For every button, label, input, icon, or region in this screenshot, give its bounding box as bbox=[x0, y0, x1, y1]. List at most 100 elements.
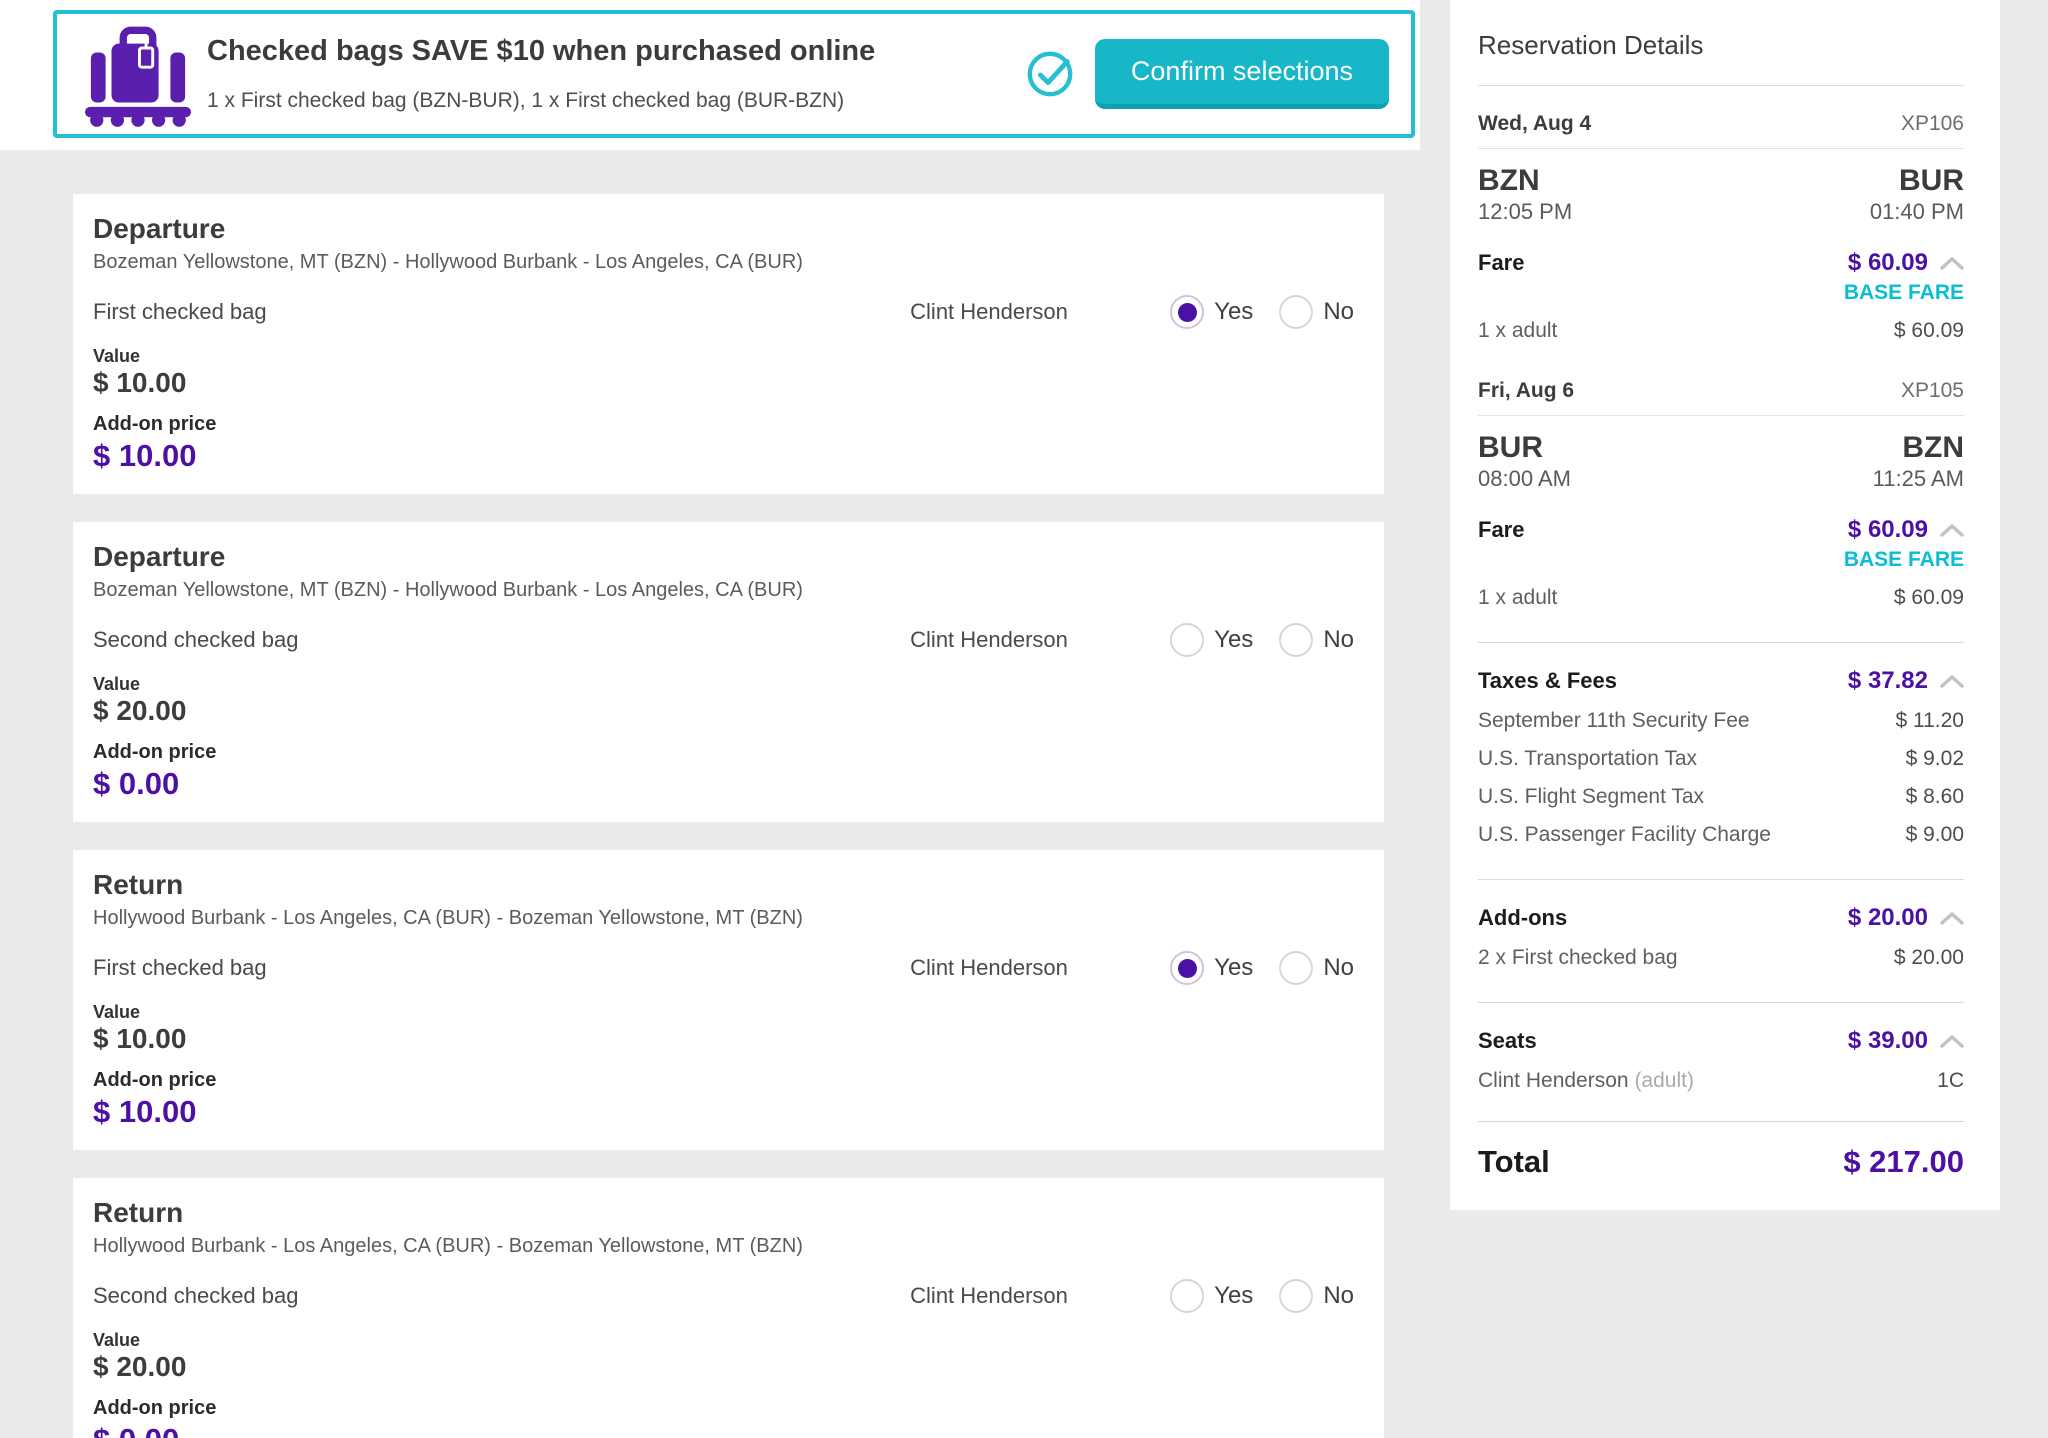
addon-name: 2 x First checked bag bbox=[1478, 946, 1678, 970]
section-divider bbox=[1478, 642, 1964, 643]
no-radio[interactable] bbox=[1279, 623, 1313, 657]
flight-date: Wed, Aug 4 bbox=[1478, 112, 1591, 136]
pax-label: 1 x adult bbox=[1478, 586, 1557, 610]
fare-type-badge: BASE FARE bbox=[1478, 281, 1964, 305]
pax-label: 1 x adult bbox=[1478, 319, 1557, 343]
confirm-selections-button[interactable]: Confirm selections bbox=[1095, 39, 1389, 109]
card-direction: Return bbox=[93, 870, 1364, 900]
no-radio-label[interactable]: No bbox=[1323, 1282, 1354, 1310]
flight-number: XP105 bbox=[1901, 379, 1964, 403]
no-radio-label[interactable]: No bbox=[1323, 298, 1354, 326]
origin-column: BZN 12:05 PM bbox=[1478, 165, 1572, 225]
seats-header-row: Seats $ 39.00 bbox=[1478, 1027, 1964, 1055]
tax-name: U.S. Transportation Tax bbox=[1478, 747, 1697, 771]
fare-row: Fare $ 60.09 bbox=[1478, 516, 1964, 544]
fare-amount: $ 60.09 bbox=[1848, 516, 1928, 544]
card-route: Hollywood Burbank - Los Angeles, CA (BUR… bbox=[93, 1234, 1364, 1258]
taxes-label: Taxes & Fees bbox=[1478, 668, 1617, 694]
flight-date: Fri, Aug 6 bbox=[1478, 379, 1574, 403]
total-label: Total bbox=[1478, 1144, 1550, 1180]
card-route: Hollywood Burbank - Los Angeles, CA (BUR… bbox=[93, 906, 1364, 930]
seats-total: $ 39.00 bbox=[1848, 1027, 1928, 1055]
yes-radio-label[interactable]: Yes bbox=[1214, 954, 1253, 982]
no-radio-label[interactable]: No bbox=[1323, 626, 1354, 654]
yes-radio[interactable] bbox=[1170, 951, 1204, 985]
addon-price-label: Add-on price bbox=[93, 740, 1364, 764]
bag-cards-list: Departure Bozeman Yellowstone, MT (BZN) … bbox=[73, 194, 1384, 1438]
chevron-up-icon[interactable] bbox=[1940, 674, 1964, 689]
chevron-up-icon[interactable] bbox=[1940, 523, 1964, 538]
no-radio[interactable] bbox=[1279, 295, 1313, 329]
yes-radio-label[interactable]: Yes bbox=[1214, 1282, 1253, 1310]
passenger-name: Clint Henderson bbox=[910, 955, 1170, 981]
departure-time: 12:05 PM bbox=[1478, 199, 1572, 225]
tax-item-row: U.S. Flight Segment Tax $ 8.60 bbox=[1478, 785, 1964, 809]
fare-label: Fare bbox=[1478, 250, 1524, 276]
tax-item-row: September 11th Security Fee $ 11.20 bbox=[1478, 709, 1964, 733]
pax-amount: $ 60.09 bbox=[1894, 586, 1964, 610]
pax-fare-row: 1 x adult $ 60.09 bbox=[1478, 319, 1964, 343]
yes-radio-label[interactable]: Yes bbox=[1214, 298, 1253, 326]
seat-passenger-type: (adult) bbox=[1634, 1069, 1694, 1092]
bag-type-label: Second checked bag bbox=[93, 1283, 910, 1309]
tax-amount: $ 11.20 bbox=[1895, 709, 1964, 733]
flight-date-row: Fri, Aug 6 XP105 bbox=[1478, 379, 1964, 416]
addons-total: $ 20.00 bbox=[1848, 904, 1928, 932]
tax-amount: $ 9.00 bbox=[1906, 823, 1964, 847]
no-radio-label[interactable]: No bbox=[1323, 954, 1354, 982]
addon-price-label: Add-on price bbox=[93, 1068, 1364, 1092]
no-radio[interactable] bbox=[1279, 951, 1313, 985]
reservation-details-title: Reservation Details bbox=[1478, 30, 1964, 86]
bag-choice-radio-group: Yes No bbox=[1170, 295, 1354, 329]
flight-airports-row: BZN 12:05 PM BUR 01:40 PM bbox=[1478, 165, 1964, 225]
bag-row: First checked bag Clint Henderson Yes No bbox=[93, 950, 1364, 986]
bag-value-amount: $ 10.00 bbox=[93, 368, 1364, 398]
seat-item-row: Clint Henderson (adult) 1C bbox=[1478, 1069, 1964, 1093]
chevron-up-icon[interactable] bbox=[1940, 1034, 1964, 1049]
taxes-total: $ 37.82 bbox=[1848, 667, 1928, 695]
card-direction: Return bbox=[93, 1198, 1364, 1228]
addon-price-amount: $ 10.00 bbox=[93, 1094, 1364, 1130]
fare-type-badge: BASE FARE bbox=[1478, 548, 1964, 572]
arrival-time: 01:40 PM bbox=[1870, 199, 1964, 225]
yes-radio[interactable] bbox=[1170, 1279, 1204, 1313]
departure-time: 08:00 AM bbox=[1478, 466, 1571, 492]
addon-amount: $ 20.00 bbox=[1894, 946, 1964, 970]
addon-price-amount: $ 0.00 bbox=[93, 766, 1364, 802]
bag-choice-radio-group: Yes No bbox=[1170, 951, 1354, 985]
tax-name: U.S. Passenger Facility Charge bbox=[1478, 823, 1771, 847]
bag-card-return-second: Return Hollywood Burbank - Los Angeles, … bbox=[73, 1178, 1384, 1438]
chevron-up-icon[interactable] bbox=[1940, 911, 1964, 926]
value-label: Value bbox=[93, 1330, 1364, 1350]
yes-radio[interactable] bbox=[1170, 295, 1204, 329]
total-amount: $ 217.00 bbox=[1843, 1144, 1964, 1180]
card-route: Bozeman Yellowstone, MT (BZN) - Hollywoo… bbox=[93, 250, 1364, 274]
tax-name: U.S. Flight Segment Tax bbox=[1478, 785, 1704, 809]
taxes-amount-wrap: $ 37.82 bbox=[1848, 667, 1964, 695]
origin-column: BUR 08:00 AM bbox=[1478, 432, 1571, 492]
seats-label: Seats bbox=[1478, 1028, 1537, 1054]
section-divider bbox=[1478, 879, 1964, 880]
bag-value-amount: $ 20.00 bbox=[93, 1352, 1364, 1382]
banner-text: Checked bags SAVE $10 when purchased onl… bbox=[207, 35, 875, 113]
arrival-time: 11:25 AM bbox=[1873, 466, 1964, 492]
addon-item-row: 2 x First checked bag $ 20.00 bbox=[1478, 946, 1964, 970]
no-radio[interactable] bbox=[1279, 1279, 1313, 1313]
bag-row: First checked bag Clint Henderson Yes No bbox=[93, 294, 1364, 330]
fare-amount-wrap: $ 60.09 bbox=[1848, 249, 1964, 277]
pax-fare-row: 1 x adult $ 60.09 bbox=[1478, 586, 1964, 610]
addons-label: Add-ons bbox=[1478, 905, 1567, 931]
addon-price-label: Add-on price bbox=[93, 1396, 1364, 1420]
fare-label: Fare bbox=[1478, 517, 1524, 543]
yes-radio[interactable] bbox=[1170, 623, 1204, 657]
card-direction: Departure bbox=[93, 542, 1364, 572]
card-direction: Departure bbox=[93, 214, 1364, 244]
chevron-up-icon[interactable] bbox=[1940, 256, 1964, 271]
bag-type-label: First checked bag bbox=[93, 955, 910, 981]
yes-radio-label[interactable]: Yes bbox=[1214, 626, 1253, 654]
bag-choice-radio-group: Yes No bbox=[1170, 1279, 1354, 1313]
flight-date-row: Wed, Aug 4 XP106 bbox=[1478, 112, 1964, 149]
bag-row: Second checked bag Clint Henderson Yes N… bbox=[93, 622, 1364, 658]
destination-code: BZN bbox=[1873, 432, 1964, 464]
passenger-name: Clint Henderson bbox=[910, 299, 1170, 325]
